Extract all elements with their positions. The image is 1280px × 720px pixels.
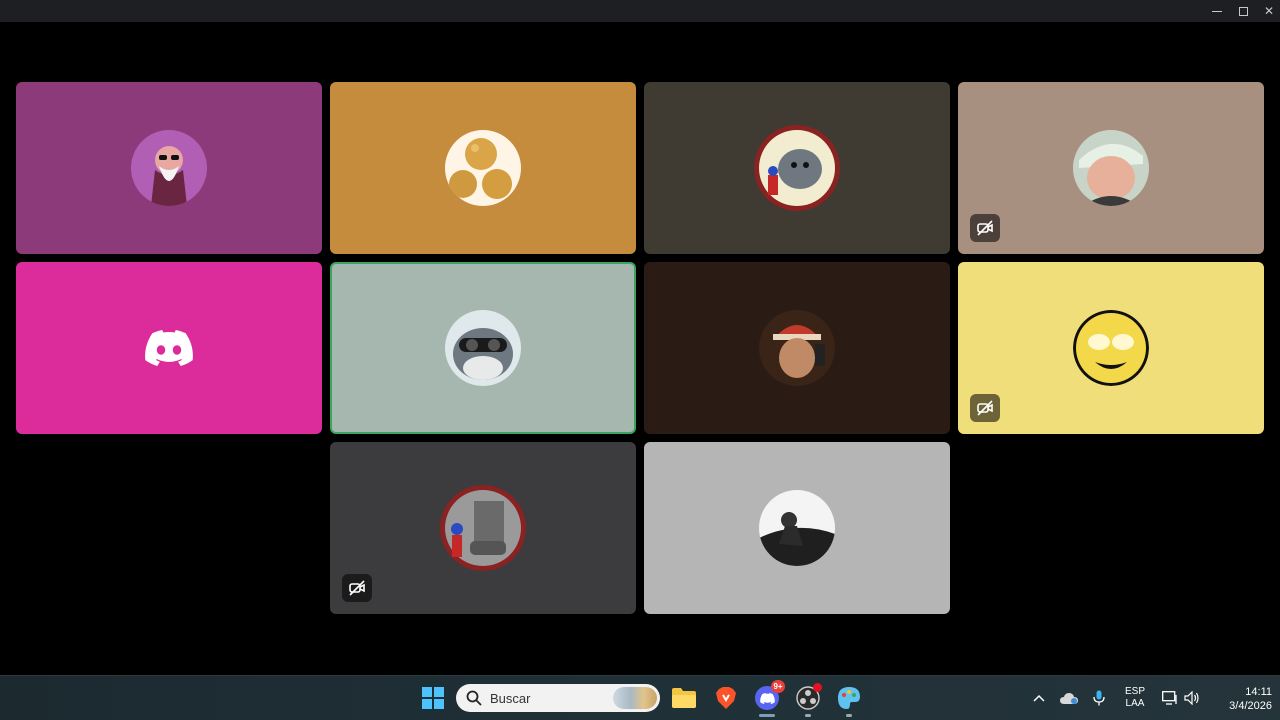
avatar: [131, 130, 207, 206]
participant-tile-7[interactable]: [644, 262, 950, 434]
participant-tile-8[interactable]: [958, 262, 1264, 434]
network-icon[interactable]: [1158, 684, 1182, 712]
participant-tile-1[interactable]: [16, 82, 322, 254]
participant-tile-10[interactable]: [644, 442, 950, 614]
clock-time: 14:11: [1245, 686, 1272, 698]
avatar: [1073, 130, 1149, 206]
close-button[interactable]: [1256, 0, 1280, 22]
participant-tile-6[interactable]: [330, 262, 636, 434]
notification-badge: 9+: [771, 680, 785, 693]
participant-tile-4[interactable]: [958, 82, 1264, 254]
clock[interactable]: 14:11 3/4/2026: [1206, 685, 1272, 713]
start-icon[interactable]: [419, 684, 447, 712]
maximize-button[interactable]: [1230, 0, 1256, 22]
discord-icon[interactable]: 9+: [753, 680, 785, 717]
search-icon: [466, 690, 482, 706]
language-code: ESP: [1124, 686, 1145, 697]
discord-logo-icon: [145, 330, 193, 366]
search-input[interactable]: Buscar: [456, 684, 660, 712]
running-indicator: [805, 714, 811, 717]
chevron-up-icon[interactable]: [1026, 684, 1052, 712]
camera-off-icon: [970, 394, 1000, 422]
avatar: [759, 310, 835, 386]
recording-dot: [813, 683, 822, 692]
participant-tile-3[interactable]: [644, 82, 950, 254]
participant-tile-2[interactable]: [330, 82, 636, 254]
camera-off-icon: [342, 574, 372, 602]
keyboard-layout: LAA: [1125, 698, 1145, 709]
paint-icon[interactable]: [835, 684, 863, 717]
avatar: [445, 130, 521, 206]
search-placeholder: Buscar: [490, 690, 531, 706]
obs-icon[interactable]: [794, 683, 822, 717]
avatar: [754, 125, 840, 211]
onedrive-icon[interactable]: [1056, 684, 1082, 712]
participant-tile-9[interactable]: [330, 442, 636, 614]
avatar: [759, 490, 835, 566]
volume-icon[interactable]: [1180, 684, 1204, 712]
running-indicator: [846, 714, 852, 717]
minimize-button[interactable]: [1204, 0, 1230, 22]
participant-tile-5[interactable]: [16, 262, 322, 434]
title-bar: [0, 0, 1280, 22]
microphone-icon[interactable]: [1086, 684, 1112, 712]
brave-icon[interactable]: [712, 684, 740, 712]
language-indicator[interactable]: ESP LAA: [1120, 686, 1150, 710]
avatar: [440, 485, 526, 571]
avatar: [445, 310, 521, 386]
clock-date: 3/4/2026: [1229, 700, 1272, 712]
camera-off-icon: [970, 214, 1000, 242]
search-highlight-image: [613, 687, 657, 709]
active-indicator: [759, 714, 775, 717]
file-explorer-icon[interactable]: [670, 684, 698, 712]
taskbar: Buscar 9+ ESP LAA 14:11 3/4/2026: [0, 675, 1280, 720]
avatar: [1073, 310, 1149, 386]
